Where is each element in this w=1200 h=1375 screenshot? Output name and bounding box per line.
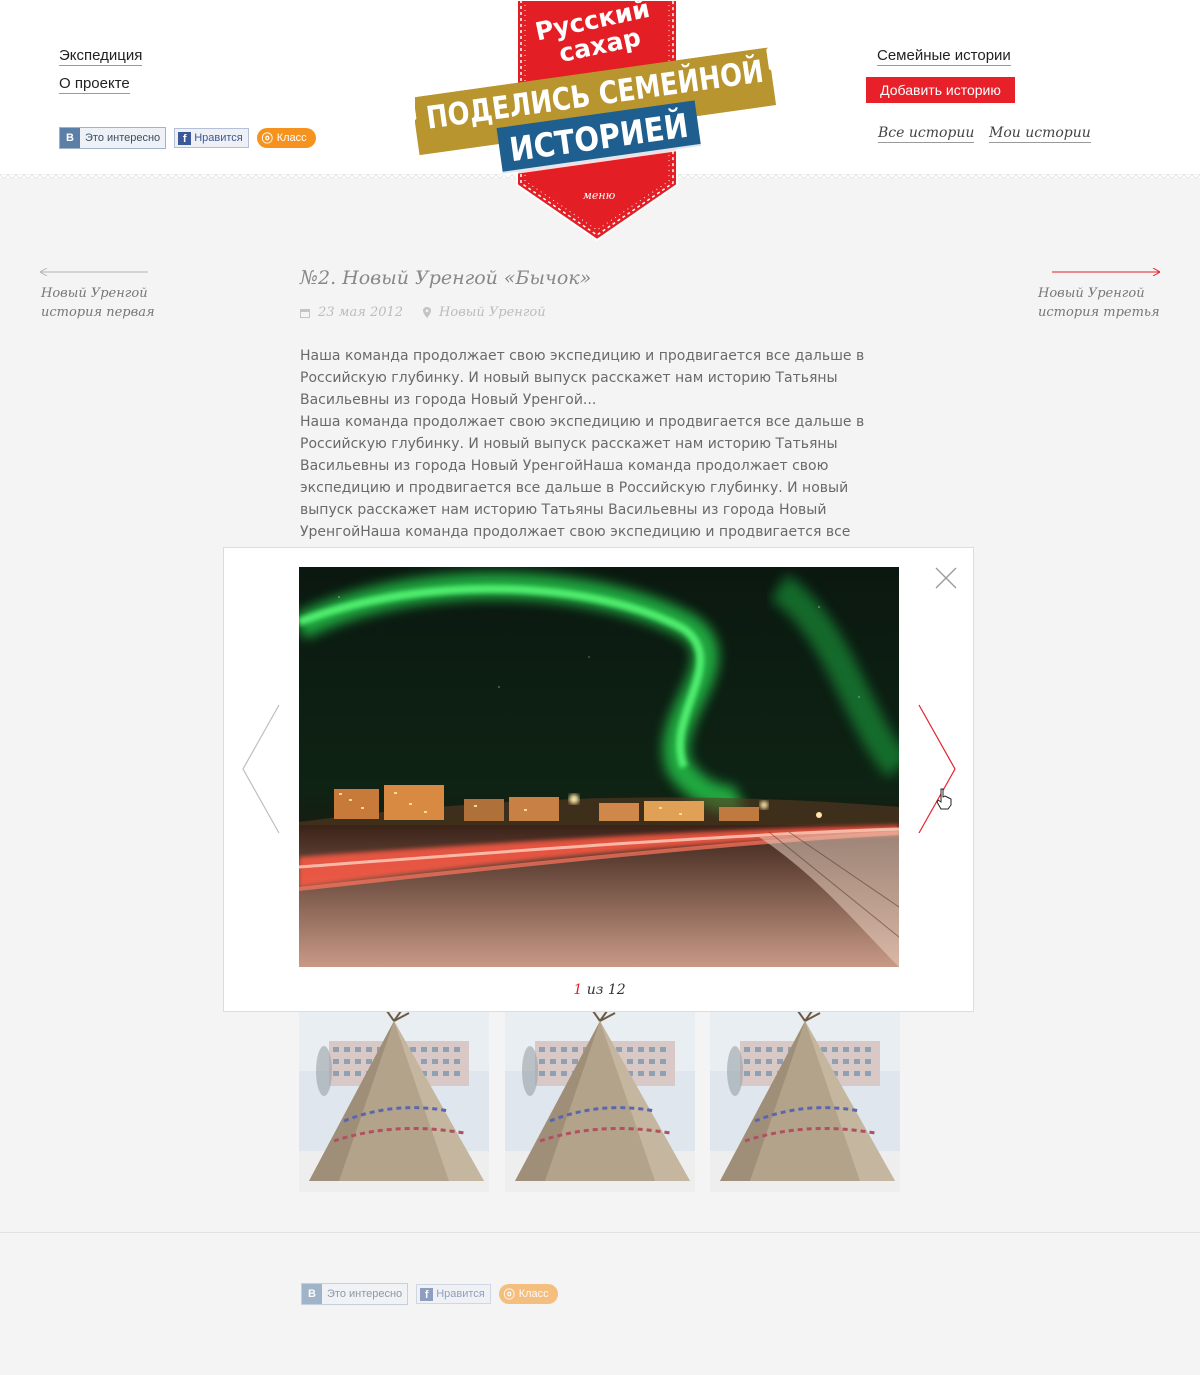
nav-family-stories[interactable]: Семейные истории — [877, 47, 1011, 66]
nav-all-stories[interactable]: Все истории — [878, 124, 975, 143]
hand-cursor-icon — [936, 788, 952, 810]
facebook-like-button[interactable]: f Нравится — [416, 1284, 491, 1304]
nav-about[interactable]: О проекте — [59, 75, 130, 94]
add-story-button[interactable]: Добавить историю — [866, 77, 1015, 103]
nav-my-stories[interactable]: Мои истории — [989, 124, 1091, 143]
ok-class-button[interactable]: ⓞ Класс — [256, 128, 316, 148]
ok-class-button[interactable]: ⓞ Класс — [498, 1284, 558, 1304]
chum-tent-photo — [505, 1011, 695, 1192]
share-buttons-top: B Это интересно f Нравится ⓞ Класс — [59, 127, 316, 149]
story-title: №2. Новый Уренгой «Бычок» — [300, 267, 592, 289]
vk-share-button[interactable]: B Это интересно — [59, 127, 167, 149]
photo-counter: 1 из 12 — [573, 982, 626, 998]
story-paragraph: Наша команда продолжает свою экспедицию … — [300, 414, 865, 540]
location-pin-icon — [423, 307, 432, 318]
story-text: Наша команда продолжает свою экспедицию … — [300, 345, 905, 545]
vk-icon: B — [302, 1284, 322, 1304]
chum-tent-photo — [710, 1011, 900, 1192]
story-location[interactable]: Новый Уренгой — [439, 305, 546, 320]
gallery-thumbnail[interactable] — [710, 1011, 900, 1192]
arrow-left-icon — [40, 268, 148, 276]
story-paragraph: Наша команда продолжает свою экспедицию … — [300, 348, 865, 408]
next-story-link[interactable]: Новый Уренгой история третья — [1038, 284, 1160, 322]
facebook-icon: f — [178, 131, 192, 145]
facebook-like-button[interactable]: f Нравится — [174, 128, 249, 148]
prev-story-link[interactable]: Новый Уренгой история первая — [41, 284, 155, 322]
calendar-icon — [300, 308, 310, 318]
arrow-right-icon[interactable] — [917, 704, 957, 834]
logo-menu-label: меню — [583, 189, 616, 202]
lightbox-photo — [299, 567, 899, 967]
footer-divider — [0, 1232, 1200, 1233]
site-logo[interactable]: Русский сахар ПОДЕЛИСЬ СЕМЕЙНОЙ ИСТОРИЕЙ… — [415, 0, 780, 245]
nav-expedition[interactable]: Экспедиция — [59, 47, 143, 66]
vk-share-button[interactable]: B Это интересно — [301, 1283, 409, 1305]
photo-current-index: 1 — [573, 982, 583, 998]
vk-icon: B — [60, 128, 80, 148]
chum-tent-photo — [299, 1011, 489, 1192]
share-buttons-bottom: B Это интересно f Нравится ⓞ Класс — [301, 1283, 558, 1305]
odnoklassniki-icon: ⓞ — [503, 1289, 515, 1301]
arrow-left-icon[interactable] — [241, 704, 281, 834]
gallery-thumbnail[interactable] — [505, 1011, 695, 1192]
story-date: 23 мая 2012 — [318, 305, 404, 320]
odnoklassniki-icon: ⓞ — [261, 133, 273, 145]
story-meta: 23 мая 2012 Новый Уренгой — [300, 305, 546, 320]
facebook-icon: f — [420, 1287, 434, 1301]
close-icon[interactable] — [934, 566, 958, 590]
arrow-right-icon — [1052, 268, 1160, 276]
photo-lightbox: 1 из 12 — [223, 547, 974, 1012]
gallery-thumbnail[interactable] — [299, 1011, 489, 1192]
photo-total: 12 — [607, 982, 626, 998]
